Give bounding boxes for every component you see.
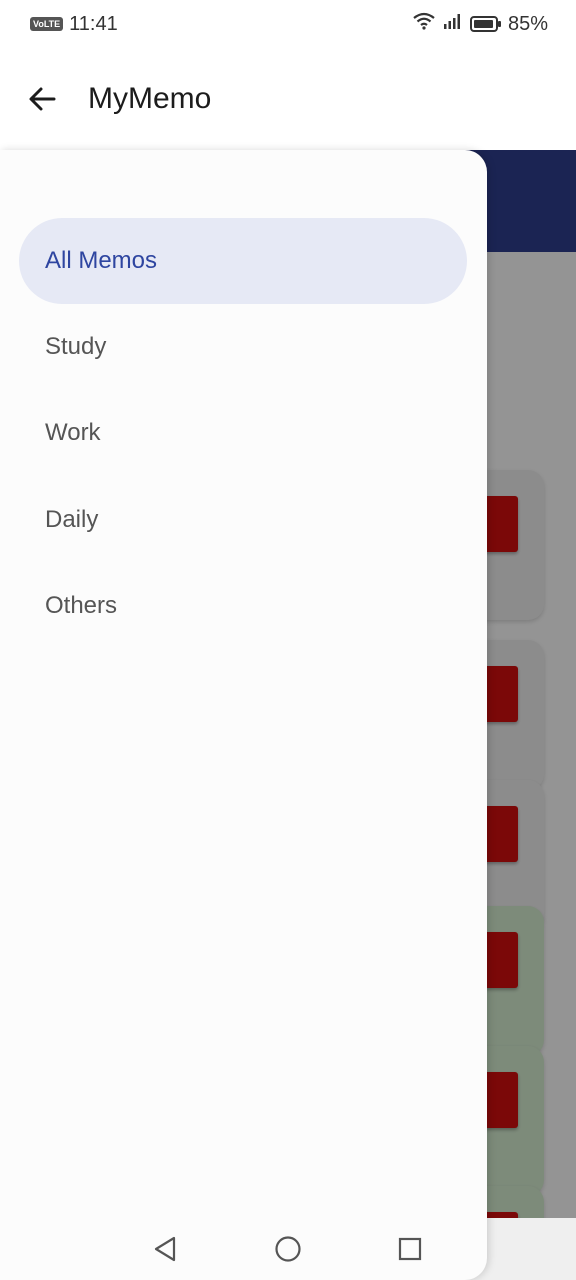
drawer-item-label: All Memos [45,247,158,274]
wifi-icon [412,12,436,36]
drawer-item-others[interactable]: Others [19,563,467,649]
app-title: MyMemo [88,82,212,115]
nav-back-button[interactable] [140,1224,190,1274]
arrow-left-icon [29,87,56,111]
navigation-drawer: All Memos Study Work Daily Others [0,150,487,1280]
drawer-item-work[interactable]: Work [19,390,467,476]
drawer-item-label: Others [45,592,118,619]
status-bar: VoLTE 11:41 85% [0,0,576,48]
app-bar: MyMemo [0,48,576,150]
volte-icon: VoLTE [30,17,64,31]
drawer-item-study[interactable]: Study [19,304,467,390]
nav-home-button[interactable] [263,1224,313,1274]
drawer-item-label: Daily [45,506,99,533]
status-left: VoLTE 11:41 [30,13,118,36]
status-time: 11:41 [69,12,118,35]
battery-percent: 85% [507,12,548,35]
status-right: 85% [412,12,548,36]
nav-recents-button[interactable] [385,1224,435,1274]
back-button[interactable] [12,69,72,129]
system-nav-buttons [0,1218,576,1280]
drawer-item-all-memos[interactable]: All Memos [19,218,467,304]
home-circle-icon [275,1236,301,1262]
drawer-item-label: Study [45,333,107,360]
drawer-item-daily[interactable]: Daily [19,477,467,563]
back-triangle-icon [154,1236,176,1262]
battery-icon [469,15,502,33]
drawer-item-label: Work [45,419,101,446]
recents-square-icon [398,1237,422,1261]
signal-icon [442,12,464,36]
